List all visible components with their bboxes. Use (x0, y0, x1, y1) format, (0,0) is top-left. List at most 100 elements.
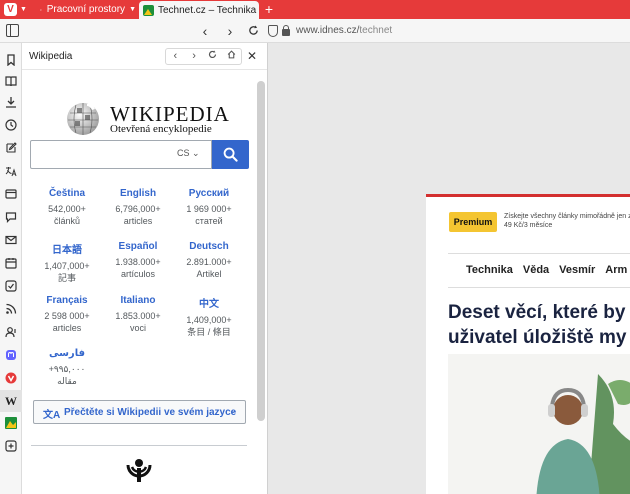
article-headline[interactable]: Deset věcí, které by uživatel úložiště m… (448, 300, 630, 350)
panel-close-button[interactable]: ✕ (247, 49, 257, 63)
language-name: 日本語 (52, 245, 82, 256)
read-in-language-label: Přečtěte si Wikipedii ve svém jazyce (64, 407, 237, 418)
search-language-label: CS (177, 148, 190, 158)
main-page-viewport: Premium Získejte všechny články mimořádn… (268, 44, 630, 494)
divider (448, 253, 630, 254)
premium-badge[interactable]: Premium (449, 212, 497, 232)
language-link-zh[interactable]: 中文 1,409,000+ 条目 / 條目 (174, 295, 244, 338)
article-count: 2 598 000+ (44, 311, 90, 321)
contacts-icon[interactable] (5, 326, 17, 338)
add-panel-icon[interactable] (5, 440, 17, 452)
language-name: فارسی (48, 348, 85, 359)
history-icon[interactable] (5, 119, 17, 131)
technet-panel-icon[interactable] (5, 417, 17, 429)
tasks-icon[interactable] (5, 280, 17, 292)
language-link-ja[interactable]: 日本語 1,407,000+ 記事 (32, 241, 102, 284)
article-unit: статей (195, 216, 223, 226)
menu-item-veda[interactable]: Věda (523, 264, 549, 276)
panel-nav-group: ‹ › (165, 48, 242, 65)
url-field[interactable]: www.idnes.cz/technet (296, 25, 392, 36)
language-link-it[interactable]: Italiano 1.853.000+ voci (103, 295, 173, 334)
headline-line: Deset věcí, které by (448, 302, 626, 323)
article-unit: 記事 (57, 273, 76, 283)
mastodon-icon[interactable] (5, 349, 17, 361)
language-link-cs[interactable]: Čeština 542,000+ článků (32, 188, 102, 227)
article-unit: articles (123, 216, 153, 226)
divider (31, 445, 247, 446)
language-name: Русский (188, 188, 230, 199)
article-hero-image[interactable] (448, 354, 630, 494)
chevron-down-icon: ⌄ (192, 148, 200, 158)
panel-reload-button[interactable] (204, 49, 223, 64)
menu-item-technika[interactable]: Technika (466, 264, 513, 276)
calendar-icon[interactable] (5, 257, 17, 269)
language-link-en[interactable]: English 6,796,000+ articles (103, 188, 173, 227)
lock-icon[interactable] (282, 25, 290, 36)
workspace-button[interactable]: Pracovní prostory ▼ (40, 2, 136, 17)
home-icon (227, 50, 236, 59)
vivaldi-social-icon[interactable] (5, 372, 17, 384)
layers-icon (40, 8, 42, 11)
language-name: Deutsch (189, 241, 229, 252)
article-count: 1 969 000+ (186, 204, 232, 214)
panel-scrollbar[interactable] (257, 81, 265, 421)
panel-back-button[interactable]: ‹ (166, 49, 185, 64)
reading-list-icon[interactable] (5, 75, 17, 87)
vivaldi-menu-button[interactable]: V ▼ (0, 0, 30, 19)
side-panel-strip: W (0, 43, 22, 494)
article-unit: artículos (120, 269, 155, 279)
address-bar: ‹ › www.idnes.cz/technet (0, 19, 630, 43)
headline-line: uživatel úložiště my (448, 327, 627, 348)
translate-icon: 文A (43, 410, 61, 421)
panel-forward-button[interactable]: › (185, 49, 204, 64)
language-link-es[interactable]: Español 1.938.000+ artículos (103, 241, 173, 280)
panel-home-button[interactable] (222, 49, 241, 64)
wikipedia-panel-icon[interactable]: W (0, 390, 22, 412)
reload-button[interactable] (244, 22, 262, 40)
window-icon[interactable] (5, 188, 17, 200)
search-icon (223, 147, 238, 162)
article-count: 1.938.000+ (115, 257, 161, 267)
panel-title: Wikipedia (29, 51, 73, 62)
wikipedia-globe-icon (67, 103, 99, 135)
search-language-select[interactable]: CS ⌄ (177, 148, 200, 159)
language-name: Français (46, 295, 88, 306)
tab-technet[interactable]: Technet.cz – Technika kolem nás (139, 1, 259, 19)
menu-item-vesmir[interactable]: Vesmír (559, 264, 595, 276)
web-panel: Wikipedia ‹ › ✕ WIKIPEDIA Otevřená encyk… (22, 43, 268, 494)
chat-icon[interactable] (5, 211, 17, 223)
forward-button[interactable]: › (221, 22, 239, 40)
read-in-your-language-button[interactable]: 文A Přečtěte si Wikipedii ve svém jazyce … (33, 400, 246, 424)
panel-toggle-button[interactable] (6, 24, 19, 37)
url-domain: www.idnes.cz/ (296, 25, 360, 36)
mail-icon[interactable] (5, 234, 17, 246)
bookmarks-icon[interactable] (5, 54, 17, 66)
article-count: 1,409,000+ (186, 315, 232, 325)
menu-item-arm[interactable]: Arm (605, 264, 627, 276)
chevron-down-icon: ▼ (129, 6, 136, 13)
wikipedia-tagline: Otevřená encyklopedie (110, 123, 212, 135)
shield-icon[interactable] (268, 25, 278, 37)
reload-icon (248, 25, 258, 35)
article-count: 2.891.000+ (186, 257, 232, 267)
language-link-fa[interactable]: فارسی +۹۹۵,۰۰۰ مقاله (32, 348, 102, 387)
language-link-fr[interactable]: Français 2 598 000+ articles (32, 295, 102, 334)
premium-promo-text[interactable]: Získejte všechny články mimořádně jen za… (504, 212, 630, 230)
article-unit: voci (129, 323, 146, 333)
article-unit: 条目 / 條目 (187, 327, 231, 337)
panel-header: Wikipedia ‹ › ✕ (22, 43, 267, 70)
wikimedia-foundation-logo-icon (126, 459, 152, 482)
new-tab-button[interactable]: + (262, 1, 276, 17)
search-button[interactable] (212, 140, 249, 169)
article-unit: Artikel (196, 269, 222, 279)
downloads-icon[interactable] (5, 96, 17, 108)
translate-icon[interactable] (5, 165, 17, 177)
notes-icon[interactable] (5, 142, 17, 154)
article-unit: článků (53, 216, 80, 226)
back-button[interactable]: ‹ (196, 22, 214, 40)
tab-bar: V ▼ Pracovní prostory ▼ Technet.cz – Tec… (0, 0, 630, 19)
language-link-ru[interactable]: Русский 1 969 000+ статей (174, 188, 244, 227)
language-link-de[interactable]: Deutsch 2.891.000+ Artikel (174, 241, 244, 280)
feed-icon[interactable] (5, 303, 17, 315)
idnes-page: Premium Získejte všechny články mimořádn… (426, 194, 630, 494)
